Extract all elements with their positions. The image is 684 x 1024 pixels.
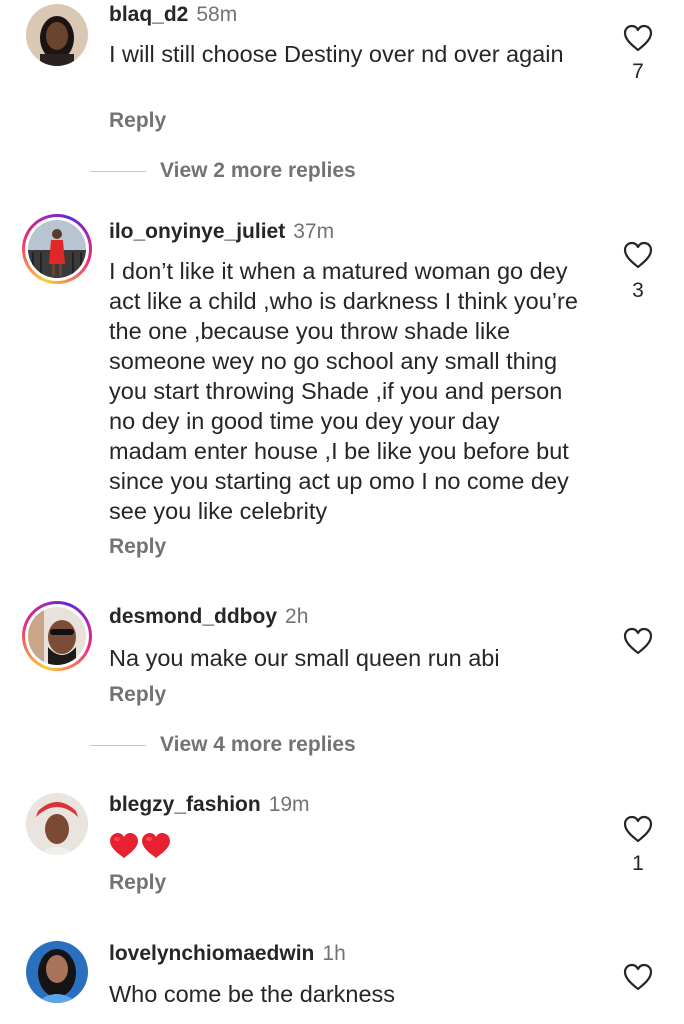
like-count: 1 xyxy=(632,852,644,875)
timestamp: 58m xyxy=(196,3,238,26)
story-ring[interactable] xyxy=(22,601,92,671)
comment-emoji xyxy=(109,832,171,862)
red-heart-emoji xyxy=(142,833,170,858)
like-count: 7 xyxy=(632,60,644,83)
comment-header: blegzy_fashion 19m xyxy=(109,792,310,818)
comment-header: desmond_ddboy 2h xyxy=(109,604,308,630)
reply-button[interactable]: Reply xyxy=(109,683,166,707)
username[interactable]: ilo_onyinye_juliet xyxy=(109,220,285,243)
username[interactable]: lovelynchiomaedwin xyxy=(109,942,314,965)
heart-icon[interactable] xyxy=(623,963,653,991)
username[interactable]: blaq_d2 xyxy=(109,3,188,26)
view-more-replies[interactable]: View 4 more replies xyxy=(90,732,356,758)
story-ring[interactable] xyxy=(22,214,92,284)
timestamp: 19m xyxy=(268,793,310,816)
like-count: 3 xyxy=(632,279,644,302)
reply-button[interactable]: Reply xyxy=(109,535,166,559)
avatar xyxy=(28,220,86,278)
username[interactable]: desmond_ddboy xyxy=(109,605,277,628)
divider-line xyxy=(90,744,146,746)
comment-text: I don’t like it when a matured woman go … xyxy=(109,258,578,524)
view-more-label[interactable]: View 2 more replies xyxy=(160,159,356,183)
comment-header: blaq_d2 58m xyxy=(109,2,237,28)
heart-icon[interactable] xyxy=(623,627,653,655)
avatar xyxy=(28,607,86,665)
comment-text: Na you make our small queen run abi xyxy=(109,645,500,671)
view-more-replies[interactable]: View 2 more replies xyxy=(90,158,356,184)
avatar[interactable] xyxy=(26,4,88,66)
comment-header: lovelynchiomaedwin 1h xyxy=(109,941,346,967)
timestamp: 37m xyxy=(293,220,335,243)
heart-icon[interactable] xyxy=(623,24,653,52)
heart-icon[interactable] xyxy=(623,815,653,843)
reply-button[interactable]: Reply xyxy=(109,871,166,895)
red-heart-emoji xyxy=(110,833,138,858)
comment-text: I will still choose Destiny over nd over… xyxy=(109,41,564,67)
heart-icon[interactable] xyxy=(623,241,653,269)
timestamp: 2h xyxy=(285,605,309,628)
view-more-label[interactable]: View 4 more replies xyxy=(160,733,356,757)
avatar[interactable] xyxy=(26,941,88,1003)
comment-header: ilo_onyinye_juliet 37m xyxy=(109,219,334,245)
reply-button[interactable]: Reply xyxy=(109,109,166,133)
timestamp: 1h xyxy=(322,942,346,965)
username[interactable]: blegzy_fashion xyxy=(109,793,261,816)
divider-line xyxy=(90,170,146,172)
comment-text: Who come be the darkness xyxy=(109,981,396,1007)
avatar[interactable] xyxy=(26,793,88,855)
